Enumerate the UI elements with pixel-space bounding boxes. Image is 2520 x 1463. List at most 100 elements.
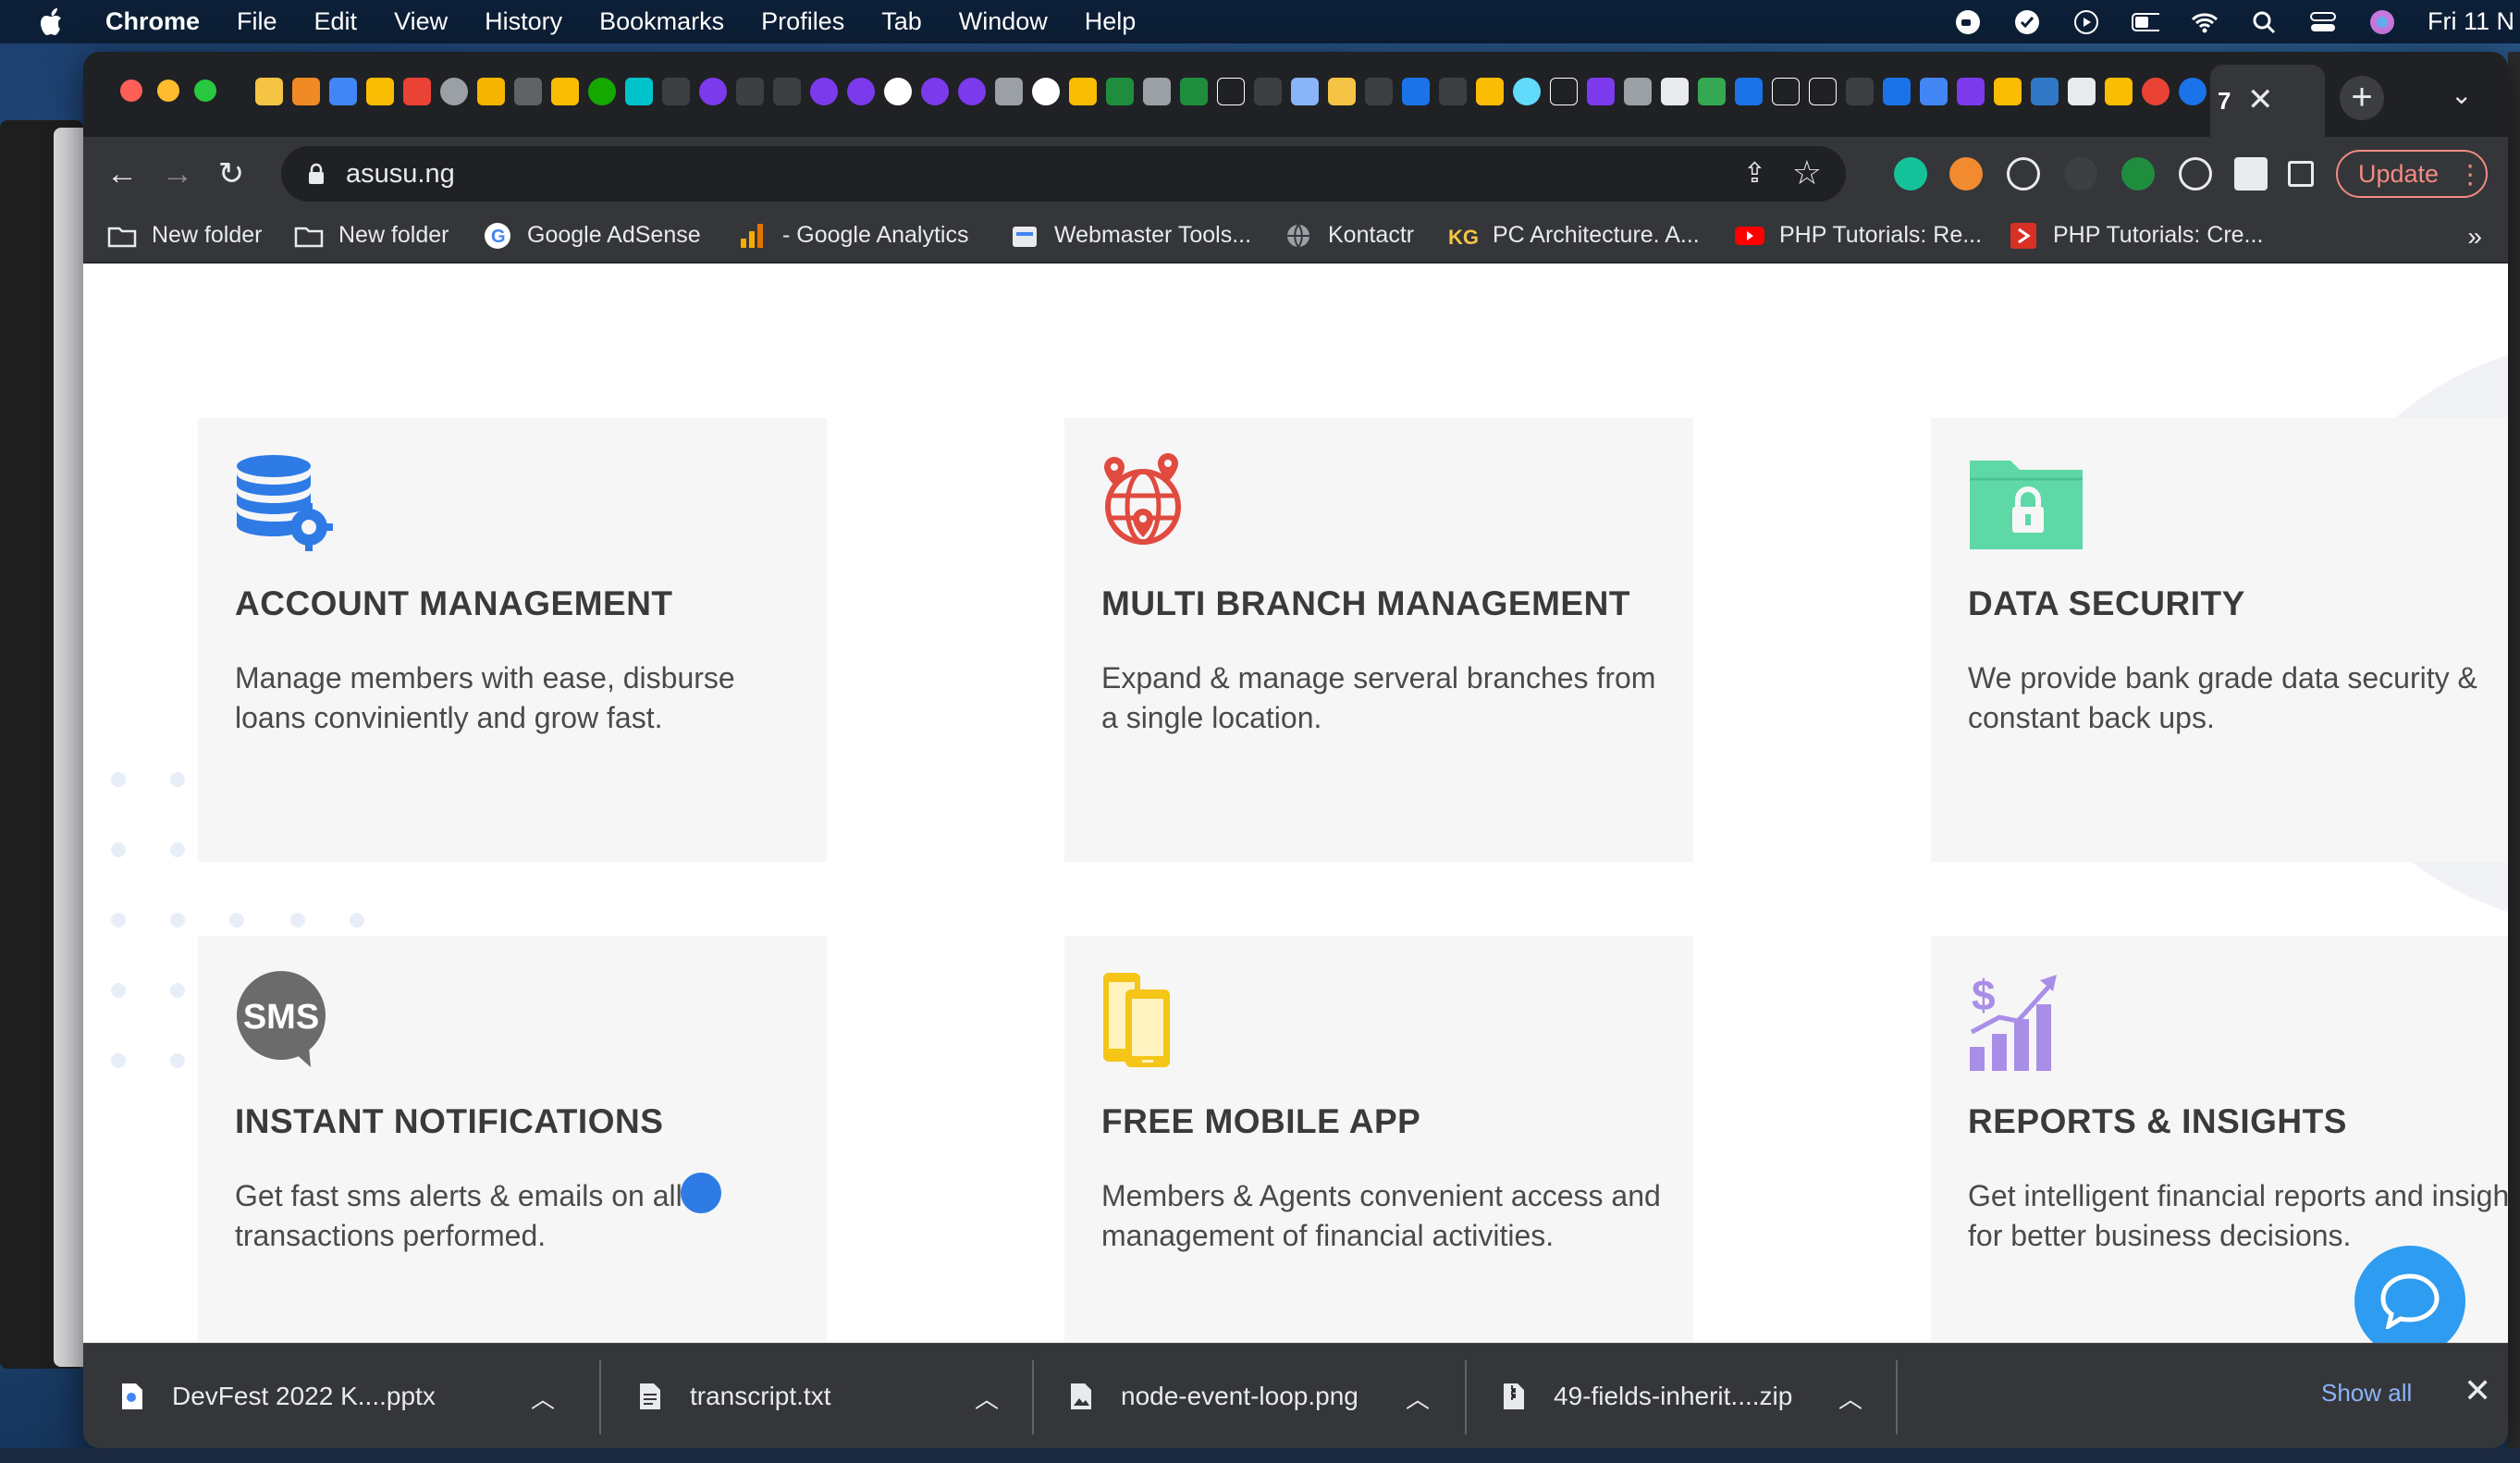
chevron-up-icon[interactable]: ︿ <box>975 1381 999 1415</box>
tab-favicon[interactable] <box>1106 78 1134 105</box>
tab-favicon[interactable] <box>773 78 801 105</box>
upwork-icon[interactable] <box>588 78 616 105</box>
bookmark-item[interactable]: KG PC Architecture. A... <box>1448 222 1700 249</box>
spotlight-search-icon[interactable] <box>2250 8 2278 36</box>
bookmark-item[interactable]: Kontactr <box>1284 222 1414 249</box>
menu-app-name[interactable]: Chrome <box>105 7 200 36</box>
tab-favicon[interactable] <box>1846 78 1874 105</box>
close-icon[interactable]: ✕ <box>2247 81 2274 118</box>
extension-icon[interactable] <box>1949 157 1983 191</box>
wifi-icon[interactable] <box>2191 8 2219 36</box>
menu-history[interactable]: History <box>485 7 562 36</box>
update-button[interactable]: Update ⋮ <box>2336 150 2488 198</box>
address-bar[interactable]: asusu.ng ⇪ ☆ <box>281 146 1846 202</box>
show-all-downloads-link[interactable]: Show all <box>2321 1379 2412 1408</box>
tab-favicon[interactable] <box>1587 78 1615 105</box>
extension-icon[interactable] <box>2179 157 2212 191</box>
minimize-window-button[interactable] <box>157 80 179 102</box>
tab-favicon[interactable] <box>551 78 579 105</box>
menu-window[interactable]: Window <box>959 7 1048 36</box>
typescript-icon[interactable] <box>2031 78 2059 105</box>
tab-favicon[interactable] <box>1032 78 1060 105</box>
tab-favicon[interactable] <box>255 78 283 105</box>
share-icon[interactable]: ⇪ <box>1743 157 1766 190</box>
control-center-icon[interactable] <box>2309 8 2337 36</box>
bookmark-item[interactable]: G Google AdSense <box>483 222 701 249</box>
chevron-up-icon[interactable]: ︿ <box>531 1381 555 1415</box>
download-item[interactable]: node-event-loop.png ︿ <box>1069 1344 1457 1448</box>
reload-button[interactable]: ↻ <box>211 154 252 194</box>
menu-edit[interactable]: Edit <box>314 7 358 36</box>
tab-favicon[interactable] <box>847 78 875 105</box>
tab-favicon[interactable] <box>2068 78 2096 105</box>
tab-favicon[interactable] <box>292 78 320 105</box>
react-icon[interactable] <box>1513 78 1541 105</box>
chevron-up-icon[interactable]: ︿ <box>1838 1381 1862 1415</box>
tab-favicon[interactable] <box>1476 78 1504 105</box>
bookmark-item[interactable]: New folder <box>294 222 449 249</box>
zoom-icon[interactable] <box>1954 8 1982 36</box>
tab-favicon[interactable] <box>1217 78 1245 105</box>
tab-favicon[interactable] <box>699 78 727 105</box>
react-devtools-icon[interactable] <box>2007 157 2040 191</box>
tab-favicon[interactable] <box>1957 78 1985 105</box>
menu-help[interactable]: Help <box>1085 7 1137 36</box>
bookmark-item[interactable]: New folder <box>107 222 263 249</box>
more-options-icon[interactable]: ⋮ <box>2457 159 2483 190</box>
apple-logo-icon[interactable] <box>39 6 67 38</box>
gmail-icon[interactable] <box>403 78 431 105</box>
close-window-button[interactable] <box>120 80 142 102</box>
tab-favicon[interactable] <box>1180 78 1208 105</box>
extension-icon[interactable] <box>2121 157 2155 191</box>
puzzle-extensions-icon[interactable] <box>2234 157 2268 191</box>
download-item[interactable]: DevFest 2022 K....pptx ︿ <box>120 1344 583 1448</box>
tab-favicon[interactable] <box>995 78 1023 105</box>
tab-search-chevron-icon[interactable]: ⌄ <box>2451 80 2472 110</box>
tab-favicon[interactable] <box>1994 78 2022 105</box>
download-item[interactable]: 49-fields-inherit....zip ︿ <box>1502 1344 1890 1448</box>
tab-favicon[interactable] <box>1624 78 1652 105</box>
tab-favicon[interactable] <box>1143 78 1171 105</box>
tab-favicon[interactable] <box>1365 78 1393 105</box>
menu-profiles[interactable]: Profiles <box>761 7 844 36</box>
menu-view[interactable]: View <box>394 7 448 36</box>
tab-favicon[interactable] <box>2105 78 2133 105</box>
tab-favicon[interactable] <box>662 78 690 105</box>
tab-favicon[interactable] <box>1735 78 1763 105</box>
bookmark-item[interactable]: Webmaster Tools... <box>1010 222 1251 249</box>
extension-icon[interactable] <box>2064 157 2097 191</box>
tab-favicon[interactable] <box>921 78 949 105</box>
tab-favicon[interactable] <box>1328 78 1356 105</box>
tab-favicon[interactable] <box>1069 78 1097 105</box>
tab-favicon[interactable] <box>1809 78 1837 105</box>
download-item[interactable]: transcript.txt ︿ <box>638 1344 1026 1448</box>
bookmark-item[interactable]: - Google Analytics <box>738 222 969 249</box>
tab-favicon[interactable] <box>440 78 468 105</box>
url-text[interactable]: asusu.ng <box>346 159 455 190</box>
chevron-up-icon[interactable]: ︿ <box>1406 1381 1430 1415</box>
menu-file[interactable]: File <box>237 7 277 36</box>
side-panel-icon[interactable] <box>2288 161 2314 187</box>
check-icon[interactable] <box>2013 8 2041 36</box>
battery-icon[interactable] <box>2131 8 2159 36</box>
tab-favicon[interactable] <box>1439 78 1467 105</box>
tab-favicon[interactable] <box>625 78 653 105</box>
tab-favicon[interactable] <box>329 78 357 105</box>
tab-favicon[interactable] <box>477 78 505 105</box>
lock-icon[interactable] <box>307 163 326 185</box>
tab-favicon[interactable] <box>810 78 838 105</box>
tab-favicon[interactable] <box>1402 78 1430 105</box>
close-downloads-icon[interactable]: ✕ <box>2464 1371 2491 1410</box>
google-icon[interactable] <box>2142 78 2170 105</box>
forward-button[interactable]: → <box>157 154 198 194</box>
tab-favicon[interactable] <box>1291 78 1319 105</box>
menu-bar-clock[interactable]: Fri 11 N <box>2428 7 2514 36</box>
bookmark-item[interactable]: PHP Tutorials: Re... <box>1735 222 1982 249</box>
tab-favicon[interactable] <box>514 78 542 105</box>
tab-favicon[interactable] <box>1920 78 1948 105</box>
siri-icon[interactable] <box>2368 8 2396 36</box>
play-icon[interactable] <box>2072 8 2100 36</box>
tab-favicon[interactable] <box>1550 78 1578 105</box>
maximize-window-button[interactable] <box>194 80 216 102</box>
tab-favicon[interactable] <box>1661 78 1689 105</box>
